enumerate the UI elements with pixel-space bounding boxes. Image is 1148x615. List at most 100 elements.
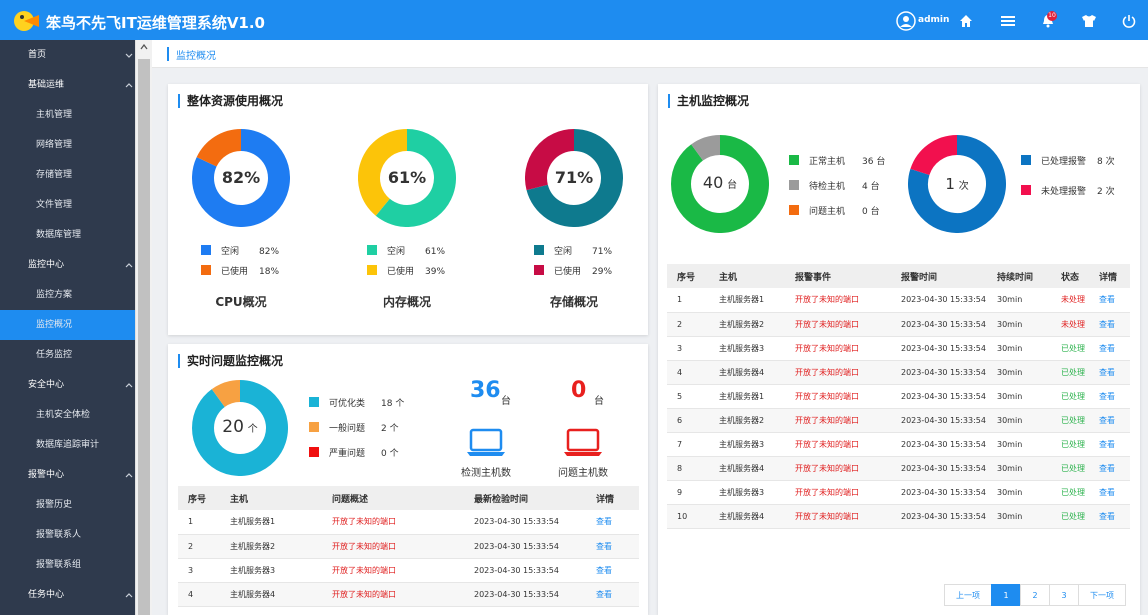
table-cell: 开放了未知的端口 bbox=[785, 360, 891, 385]
issue-table: 序号 主机 问题概述 最新检验时间 详情 1 主机服务器1 开放了未知的端口 2023-04-3… bbox=[178, 486, 639, 607]
sidebar-item[interactable]: 基础运维 bbox=[0, 70, 135, 100]
sidebar-item[interactable]: 首页 bbox=[0, 40, 135, 70]
view-detail-link[interactable]: 查看 bbox=[586, 558, 639, 583]
table-cell: 2023-04-30 15:33:54 bbox=[891, 288, 987, 313]
prev-page-button[interactable]: 上一项 bbox=[944, 584, 992, 606]
legend-value: 2 次 bbox=[1097, 187, 1115, 197]
view-detail-link[interactable]: 查看 bbox=[1089, 360, 1130, 385]
table-cell: 开放了未知的端口 bbox=[785, 456, 891, 481]
sidebar-item[interactable]: 报警联系人 bbox=[0, 520, 135, 550]
sidebar-item[interactable]: 报警联系组 bbox=[0, 550, 135, 580]
view-detail-link[interactable]: 查看 bbox=[1089, 456, 1130, 481]
issue-legend-row: 严重问题 0 个 bbox=[309, 446, 399, 459]
scroll-up-icon[interactable] bbox=[140, 44, 148, 50]
legend-label: 空闲 bbox=[221, 247, 240, 257]
sidebar-item[interactable]: 网络管理 bbox=[0, 130, 135, 160]
menu-icon[interactable] bbox=[997, 10, 1019, 32]
table-cell: 主机服务器3 bbox=[709, 432, 785, 457]
table-cell: 30min bbox=[987, 456, 1051, 481]
sidebar-item[interactable]: 数据库管理 bbox=[0, 220, 135, 250]
host-card-title: 主机监控概况 bbox=[668, 94, 749, 108]
legend-value: 39% bbox=[425, 267, 446, 277]
resource-usage-card: 整体资源使用概况 82% 空闲 82% 已使用 18% CPU概况 61% 空闲 61% 已使用 3… bbox=[168, 84, 648, 335]
issue-total-unit: 个 bbox=[247, 424, 258, 435]
sidebar-item-label: 存储管理 bbox=[36, 170, 73, 180]
sidebar-item[interactable]: 数据库追踪审计 bbox=[0, 430, 135, 460]
table-cell: 已处理 bbox=[1051, 432, 1089, 457]
table-row: 10 主机服务器4 开放了未知的端口 2023-04-30 15:33:54 30min… bbox=[667, 504, 1130, 529]
sidebar-item[interactable]: 主机管理 bbox=[0, 100, 135, 130]
sidebar-item-label: 监控方案 bbox=[36, 290, 73, 300]
breadcrumb-current[interactable]: 监控概况 bbox=[176, 47, 216, 62]
sidebar-item[interactable]: 监控中心 bbox=[0, 250, 135, 280]
page-button[interactable]: 3 bbox=[1049, 584, 1079, 606]
home-icon[interactable] bbox=[955, 10, 977, 32]
legend-value: 18% bbox=[259, 267, 280, 277]
checked-host-count: 36 bbox=[470, 378, 501, 403]
legend-label: 已使用 bbox=[387, 267, 415, 277]
table-cell: 主机服务器3 bbox=[709, 480, 785, 505]
scroll-thumb[interactable] bbox=[138, 59, 150, 615]
legend-value: 61% bbox=[425, 247, 446, 257]
table-cell: 30min bbox=[987, 504, 1051, 529]
sidebar-item-label: 基础运维 bbox=[28, 80, 65, 90]
table-cell: 2 bbox=[178, 534, 220, 559]
table-header-cell: 序号 bbox=[178, 486, 220, 510]
issue-slice bbox=[211, 380, 241, 408]
sidebar-scrollbar[interactable] bbox=[135, 40, 152, 615]
table-row: 3 主机服务器3 开放了未知的端口 2023-04-30 15:33:54 30min 已… bbox=[667, 336, 1130, 361]
shirt-icon[interactable] bbox=[1078, 10, 1100, 32]
view-detail-link[interactable]: 查看 bbox=[1089, 432, 1130, 457]
sidebar-item[interactable]: 报警中心 bbox=[0, 460, 135, 490]
view-detail-link[interactable]: 查看 bbox=[586, 534, 639, 559]
view-detail-link[interactable]: 查看 bbox=[1089, 288, 1130, 313]
sidebar-item[interactable]: 任务监控 bbox=[0, 340, 135, 370]
legend-label: 待检主机 bbox=[809, 182, 846, 192]
chevron-up-icon bbox=[125, 473, 133, 478]
sidebar-item[interactable]: 安全中心 bbox=[0, 370, 135, 400]
view-detail-link[interactable]: 查看 bbox=[1089, 480, 1130, 505]
table-cell: 主机服务器4 bbox=[709, 456, 785, 481]
sidebar-item[interactable]: 任务中心 bbox=[0, 580, 135, 610]
view-detail-link[interactable]: 查看 bbox=[1089, 384, 1130, 409]
table-cell: 主机服务器1 bbox=[709, 384, 785, 409]
sidebar-item[interactable]: 存储管理 bbox=[0, 160, 135, 190]
table-cell: 9 bbox=[667, 480, 709, 505]
sidebar-item[interactable]: 监控方案 bbox=[0, 280, 135, 310]
view-detail-link[interactable]: 查看 bbox=[1089, 312, 1130, 337]
legend-swatch bbox=[1021, 155, 1031, 165]
sidebar-item[interactable]: 主机安全体检 bbox=[0, 400, 135, 430]
sidebar-item-label: 监控概况 bbox=[36, 320, 73, 330]
power-icon[interactable] bbox=[1118, 10, 1140, 32]
laptop-red-icon bbox=[564, 428, 602, 456]
table-cell: 2023-04-30 15:33:54 bbox=[464, 534, 586, 559]
legend-label: 已处理报警 bbox=[1041, 157, 1087, 167]
sidebar-item-label: 报警联系组 bbox=[36, 560, 82, 570]
view-detail-link[interactable]: 查看 bbox=[586, 582, 639, 607]
view-detail-link[interactable]: 查看 bbox=[1089, 336, 1130, 361]
user-name[interactable]: admin bbox=[918, 15, 949, 25]
table-cell: 10 bbox=[667, 504, 709, 529]
next-page-button[interactable]: 下一项 bbox=[1078, 584, 1126, 606]
table-row: 4 主机服务器4 开放了未知的端口 2023-04-30 15:33:54 30min 已… bbox=[667, 360, 1130, 385]
table-cell: 开放了未知的端口 bbox=[322, 558, 464, 583]
user-avatar-icon[interactable] bbox=[895, 10, 917, 32]
legend-label: 空闲 bbox=[554, 247, 573, 257]
legend-label: 已使用 bbox=[554, 267, 582, 277]
table-header-cell: 详情 bbox=[586, 486, 639, 510]
page-button[interactable]: 2 bbox=[1020, 584, 1050, 606]
view-detail-link[interactable]: 查看 bbox=[1089, 408, 1130, 433]
resource-legend-row: 空闲 71% bbox=[534, 244, 612, 257]
view-detail-link[interactable]: 查看 bbox=[1089, 504, 1130, 529]
sidebar-item[interactable]: 报警历史 bbox=[0, 490, 135, 520]
table-cell: 已处理 bbox=[1051, 408, 1089, 433]
checked-host-label: 检测主机数 bbox=[461, 468, 511, 479]
view-detail-link[interactable]: 查看 bbox=[586, 510, 639, 535]
sidebar-item[interactable]: 监控概况 bbox=[0, 310, 135, 340]
page-button[interactable]: 1 bbox=[991, 584, 1021, 606]
table-cell: 开放了未知的端口 bbox=[785, 312, 891, 337]
table-cell: 开放了未知的端口 bbox=[785, 408, 891, 433]
sidebar-item[interactable]: 文件管理 bbox=[0, 190, 135, 220]
sidebar-item-label: 报警历史 bbox=[36, 500, 73, 510]
table-cell: 2023-04-30 15:33:54 bbox=[891, 432, 987, 457]
